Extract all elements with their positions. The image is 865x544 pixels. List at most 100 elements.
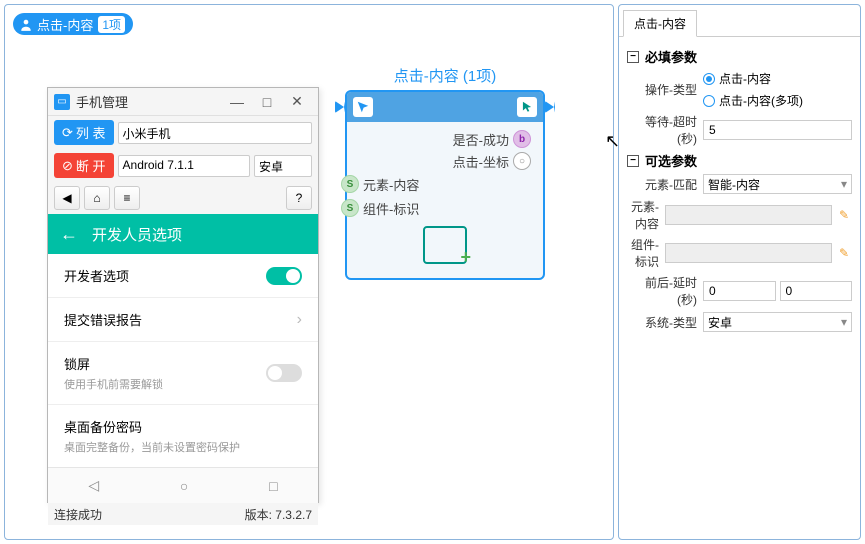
os-select[interactable]: Android 7.1.1: [118, 155, 250, 177]
in1-label: 元素-内容: [363, 175, 419, 194]
list-button[interactable]: ⟳列 表: [54, 120, 114, 145]
out-coord: 点击-坐标○: [355, 150, 535, 172]
click-icon: [353, 97, 373, 117]
phone-app-icon: ▭: [54, 94, 70, 110]
close-button[interactable]: ✕: [282, 93, 312, 110]
phone-titlebar: ▭ 手机管理 — □ ✕: [48, 88, 318, 116]
help-button[interactable]: ?: [286, 186, 312, 210]
lock-toggle[interactable]: [266, 364, 302, 382]
backup-sublabel: 桌面完整备份，当前未设置密码保护: [64, 439, 302, 455]
node-title: 点击-内容 (1项): [345, 65, 545, 86]
required-label: 必填参数: [645, 47, 697, 66]
platform-value: 安卓: [259, 160, 283, 174]
out1-label: 是否-成功: [453, 130, 509, 149]
phone-title: 手机管理: [76, 92, 222, 111]
version-label: 版本:: [245, 508, 276, 522]
devopt-toggle[interactable]: [266, 267, 302, 285]
properties-tab-bar: 点击-内容: [619, 5, 860, 37]
lockscreen-row[interactable]: 锁屏 使用手机前需要解锁: [48, 342, 318, 405]
string-in-port[interactable]: S: [341, 175, 359, 193]
delay-label: 前后-延时(秒): [627, 274, 703, 308]
radio-icon: [703, 95, 715, 107]
required-section-header[interactable]: −必填参数: [627, 47, 852, 66]
chevron-down-icon: ▾: [841, 315, 847, 329]
maximize-button[interactable]: □: [252, 94, 282, 110]
lock-label: 锁屏: [64, 354, 266, 373]
cursor-icon: [517, 97, 537, 117]
collapse-icon: −: [627, 155, 639, 167]
devopt-label: 开发者选项: [64, 266, 266, 285]
minimize-button[interactable]: —: [222, 94, 252, 110]
refresh-icon: ⟳: [62, 125, 73, 141]
delay-after-input[interactable]: [780, 281, 853, 301]
chip-count: 1项: [98, 16, 125, 33]
edit-icon[interactable]: ✎: [836, 245, 852, 261]
disconnect-button[interactable]: ⊘断 开: [54, 153, 114, 178]
in2-label: 组件-标识: [363, 199, 419, 218]
bugreport-row[interactable]: 提交错误报告 ›: [48, 298, 318, 342]
string-in-port-2[interactable]: S: [341, 199, 359, 217]
bugreport-label: 提交错误报告: [64, 310, 297, 329]
optional-section-header[interactable]: −可选参数: [627, 151, 852, 170]
dev-options-list: 开发者选项 提交错误报告 › 锁屏 使用手机前需要解锁 桌面备份密码 桌面完整备…: [48, 254, 318, 467]
platform-select[interactable]: 安卓: [254, 155, 312, 177]
radio-click-content[interactable]: 点击-内容: [703, 70, 771, 87]
chevron-down-icon: ▾: [841, 177, 847, 191]
radio1-label: 点击-内容: [719, 70, 771, 87]
wait-label: 等待-超时(秒): [627, 113, 703, 147]
out2-label: 点击-坐标: [453, 152, 509, 171]
lock-sublabel: 使用手机前需要解锁: [64, 376, 266, 392]
disconnect-label: 断 开: [76, 156, 106, 175]
backup-row[interactable]: 桌面备份密码 桌面完整备份，当前未设置密码保护: [48, 405, 318, 467]
backup-label: 桌面备份密码: [64, 417, 302, 436]
dev-option-toggle-row[interactable]: 开发者选项: [48, 254, 318, 298]
op-type-label: 操作-类型: [627, 81, 703, 98]
chip-label: 点击-内容: [37, 15, 93, 34]
list-button-label: 列 表: [76, 123, 106, 142]
back-arrow-icon[interactable]: ←: [60, 224, 78, 245]
canvas-area: 点击-内容 1项 ▭ 手机管理 — □ ✕ ⟳列 表 小米手机 ⊘断 开 And…: [4, 4, 614, 540]
nav-home-button[interactable]: ⌂: [84, 186, 110, 210]
stop-icon: ⊘: [62, 158, 73, 174]
android-home-icon[interactable]: ○: [180, 478, 188, 494]
os-value: Android 7.1.1: [123, 158, 194, 172]
string-port[interactable]: ○: [513, 152, 531, 170]
exec-in-port[interactable]: [335, 101, 345, 113]
action-chip[interactable]: 点击-内容 1项: [13, 13, 133, 35]
person-icon: [19, 16, 37, 32]
collapse-icon: −: [627, 51, 639, 63]
sys-type-label: 系统-类型: [627, 314, 703, 331]
capture-region-icon[interactable]: [423, 226, 467, 264]
properties-tab[interactable]: 点击-内容: [623, 10, 697, 37]
comp-id-input[interactable]: [665, 243, 832, 263]
nav-back-button[interactable]: ◀: [54, 186, 80, 210]
exec-out-port[interactable]: [545, 101, 555, 113]
in-comp-id: S组件-标识: [337, 196, 535, 220]
dev-options-header: ← 开发人员选项: [48, 214, 318, 254]
status-bar: 连接成功 版本: 7.3.2.7: [48, 503, 318, 525]
match-label: 元素-匹配: [627, 176, 703, 193]
android-back-icon[interactable]: ◁: [88, 477, 99, 494]
elem-content-input[interactable]: [665, 205, 832, 225]
wait-input[interactable]: [703, 120, 852, 140]
sys-type-select[interactable]: 安卓 ▾: [703, 312, 852, 332]
device-value: 小米手机: [123, 127, 171, 141]
version-value: 7.3.2.7: [275, 508, 312, 522]
edit-icon[interactable]: ✎: [836, 207, 852, 223]
out-success: 是否-成功b: [355, 128, 535, 150]
delay-before-input[interactable]: [703, 281, 776, 301]
android-recent-icon[interactable]: □: [269, 478, 277, 494]
connection-status: 连接成功: [54, 506, 102, 523]
nav-menu-button[interactable]: ≡: [114, 186, 140, 210]
device-select[interactable]: 小米手机: [118, 122, 312, 144]
optional-label: 可选参数: [645, 151, 697, 170]
dev-header-title: 开发人员选项: [92, 224, 182, 245]
sys-value: 安卓: [708, 314, 732, 331]
radio-click-multi[interactable]: 点击-内容(多项): [703, 92, 803, 109]
click-content-node[interactable]: 是否-成功b 点击-坐标○ S元素-内容 S组件-标识: [345, 90, 545, 280]
chevron-right-icon: ›: [297, 311, 302, 329]
properties-panel: 点击-内容 −必填参数 操作-类型 点击-内容 点击-内容(多项) 等待-超时(…: [618, 4, 861, 540]
comp-id-label: 组件-标识: [627, 236, 665, 270]
match-select[interactable]: 智能-内容▾: [703, 174, 852, 194]
bool-port[interactable]: b: [513, 130, 531, 148]
